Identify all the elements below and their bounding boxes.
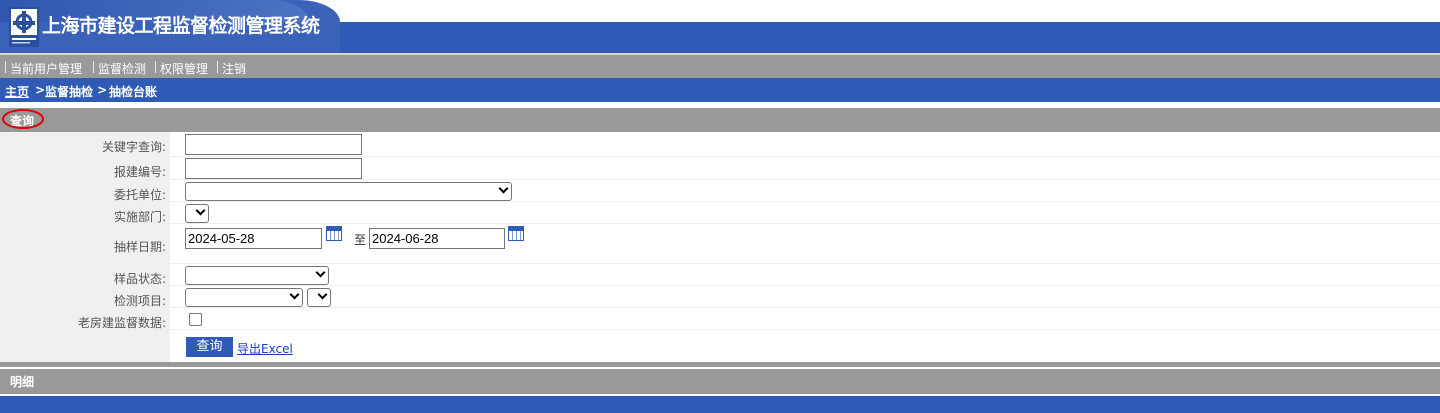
date-from-input[interactable] xyxy=(185,228,322,249)
calendar-icon[interactable] xyxy=(508,226,524,241)
form-row-client: 委托单位: xyxy=(0,180,1440,202)
nav-item-user-management[interactable]: 当前用户管理 xyxy=(4,60,82,77)
breadcrumb: 主页 > 监督抽检 > 抽检台账 xyxy=(0,78,1440,102)
logo-icon xyxy=(9,7,39,47)
client-label: 委托单位: xyxy=(113,188,166,202)
export-excel-link[interactable]: 导出Excel xyxy=(237,340,293,357)
form-row-test-item: 检测项目: xyxy=(0,286,1440,308)
breadcrumb-current: 抽检台账 xyxy=(109,85,158,99)
detail-section-bar: 明细 xyxy=(0,369,1440,394)
sample-date-label: 抽样日期: xyxy=(113,240,166,254)
query-form: 关键字查询: 报建编号: 委托单位: 实施部门: 抽样日期: 至 样品状态: xyxy=(0,132,1440,362)
chevron-down-icon xyxy=(195,205,206,216)
nav-item-supervision-testing[interactable]: 监督检测 xyxy=(92,60,146,77)
dept-label: 实施部门: xyxy=(113,210,166,224)
search-button[interactable]: 查询 xyxy=(186,337,233,357)
sample-status-label: 样品状态: xyxy=(113,272,166,286)
sample-status-select[interactable] xyxy=(185,266,329,285)
old-house-checkbox[interactable] xyxy=(189,313,202,326)
form-bottom-bar xyxy=(0,362,1440,367)
form-row-old-house: 老房建监督数据: xyxy=(0,308,1440,330)
report-no-label: 报建编号: xyxy=(113,165,166,179)
calendar-icon[interactable] xyxy=(326,226,342,241)
report-no-input[interactable] xyxy=(185,158,362,179)
detail-section-label: 明细 xyxy=(10,375,35,389)
chevron-down-icon xyxy=(315,267,326,278)
bottom-blue-bar xyxy=(0,396,1440,413)
chevron-down-icon xyxy=(498,183,509,194)
client-select[interactable] xyxy=(185,182,512,201)
old-house-label: 老房建监督数据: xyxy=(77,316,166,330)
breadcrumb-level1: 监督抽检 xyxy=(45,85,94,99)
form-row-keyword: 关键字查询: xyxy=(0,132,1440,157)
keyword-label: 关键字查询: xyxy=(101,140,166,154)
query-section-bar: 查询 xyxy=(0,108,1440,132)
test-item-select[interactable] xyxy=(185,288,303,307)
test-item-sub-select[interactable] xyxy=(307,288,331,307)
form-row-sample-status: 样品状态: xyxy=(0,264,1440,286)
test-item-label: 检测项目: xyxy=(113,294,166,308)
keyword-input[interactable] xyxy=(185,134,362,155)
top-nav: 当前用户管理 监督检测 权限管理 注销 xyxy=(0,53,1440,78)
form-row-dept: 实施部门: xyxy=(0,202,1440,224)
chevron-down-icon xyxy=(289,289,300,300)
header-banner: 上海市建设工程监督检测管理系统 xyxy=(0,0,1440,53)
form-row-report-no: 报建编号: xyxy=(0,157,1440,180)
form-row-actions: 查询 导出Excel xyxy=(0,330,1440,362)
form-row-sample-date: 抽样日期: 至 xyxy=(0,224,1440,264)
nav-item-logout[interactable]: 注销 xyxy=(216,60,246,77)
nav-item-permission-management[interactable]: 权限管理 xyxy=(154,60,208,77)
dept-select[interactable] xyxy=(185,204,209,223)
date-to-label: 至 xyxy=(354,233,367,247)
app-title: 上海市建设工程监督检测管理系统 xyxy=(42,15,320,37)
highlight-circle xyxy=(2,109,44,129)
breadcrumb-home-link[interactable]: 主页 xyxy=(5,83,29,100)
chevron-down-icon xyxy=(317,289,328,300)
date-to-input[interactable] xyxy=(369,228,505,249)
